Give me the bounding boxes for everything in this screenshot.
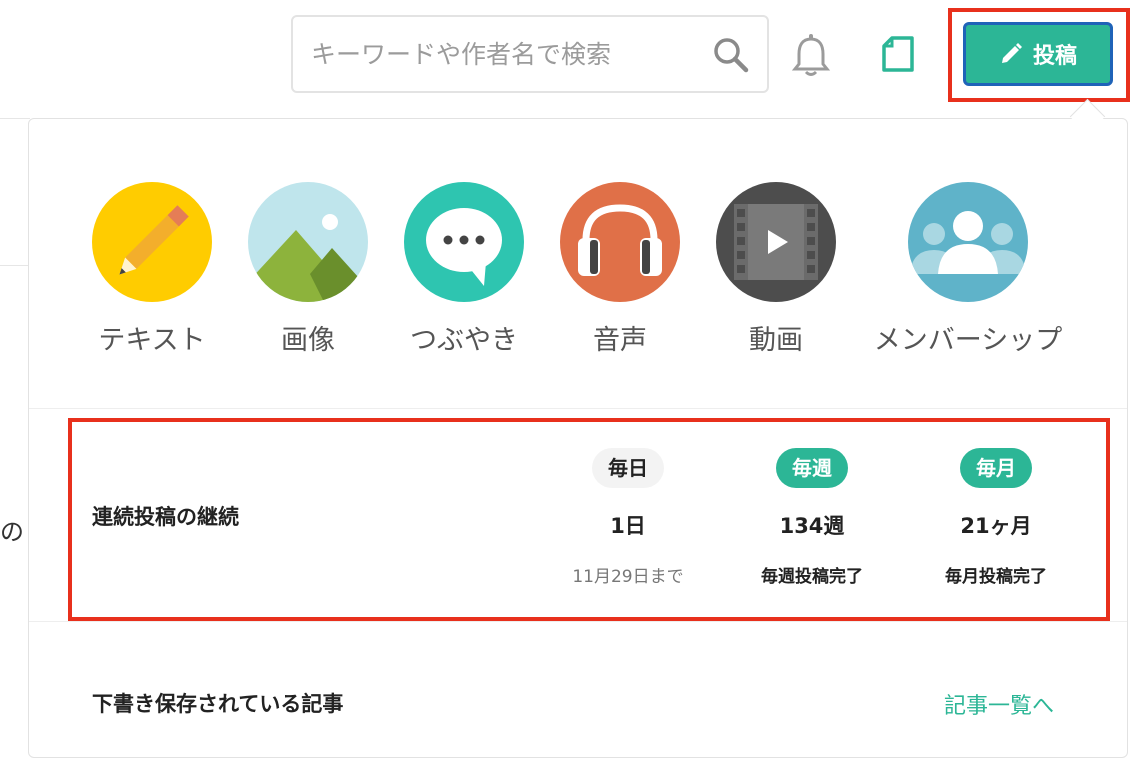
streak-daily-badge: 毎日 [592,448,664,488]
streak-monthly: 毎月 21ヶ月 毎月投稿完了 [916,448,1076,587]
streak-title: 連続投稿の継続 [92,505,239,529]
headphones-icon [560,182,680,302]
search-input[interactable] [309,33,693,75]
section-divider [29,408,1127,409]
image-icon [248,182,368,302]
note-icon[interactable] [880,34,916,74]
header-divider [0,118,30,119]
post-button-label: 投稿 [1032,44,1077,69]
post-button[interactable]: 投稿 [963,22,1113,86]
streak-daily-count: 1日 [610,514,646,538]
drafts-title: 下書き保存されている記事 [92,692,344,716]
streak-weekly-badge: 毎週 [776,448,848,488]
top-header: 投稿 [0,0,1146,118]
search-box[interactable] [291,15,769,93]
post-type-membership[interactable]: メンバーシップ [874,182,1062,356]
post-type-murmur[interactable]: つぶやき [404,182,524,356]
streak-weekly-count: 134週 [779,514,845,538]
streak-daily-note: 11月29日まで [572,567,684,587]
streak-daily: 毎日 1日 11月29日まで [548,448,708,587]
film-icon [716,182,836,302]
pencil-icon [1001,43,1022,63]
background-divider [0,265,30,266]
post-type-image[interactable]: 画像 [248,182,368,356]
post-type-membership-label: メンバーシップ [873,325,1063,356]
search-icon[interactable] [711,35,751,75]
post-type-text[interactable]: テキスト [92,182,212,356]
streak-weekly-note: 毎週投稿完了 [761,567,863,587]
speech-bubble-icon [404,182,524,302]
streak-weekly: 毎週 134週 毎週投稿完了 [732,448,892,587]
notification-bell-icon[interactable] [790,32,832,78]
members-icon [908,182,1028,302]
drafts-list-link[interactable]: 記事一覧へ [944,688,1054,720]
streak-monthly-note: 毎月投稿完了 [945,567,1047,587]
streak-monthly-count: 21ヶ月 [960,514,1032,538]
streak-monthly-badge: 毎月 [960,448,1032,488]
section-divider [29,621,1127,622]
post-type-audio[interactable]: 音声 [560,182,680,356]
post-type-video[interactable]: 動画 [716,182,836,356]
background-text-fragment: の [0,518,24,546]
pencil-icon [92,182,212,302]
